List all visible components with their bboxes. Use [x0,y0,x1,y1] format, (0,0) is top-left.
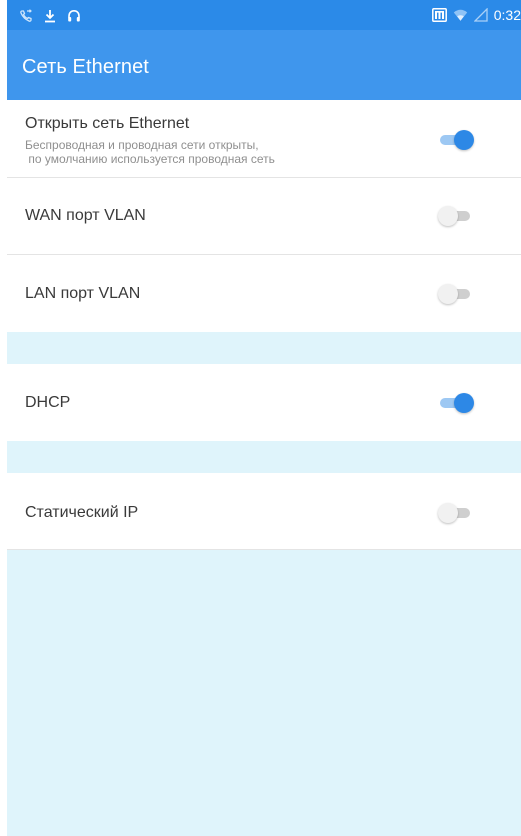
gallery-icon [431,8,447,22]
setting-open-ethernet-subtitle-line2: по умолчанию используется проводная сеть [25,152,275,166]
wan-vlan-toggle[interactable] [438,205,474,227]
toggle-thumb [454,130,474,150]
setting-wan-vlan[interactable]: WAN порт VLAN [7,178,521,255]
open-ethernet-toggle[interactable] [440,129,474,151]
toggle-thumb [438,206,458,226]
status-bar-system: 0:32 [431,6,521,24]
left-edge-strip [0,0,7,836]
toggle-thumb [438,503,458,523]
lan-vlan-toggle[interactable] [438,283,474,305]
setting-open-ethernet-subtitle-line1: Беспроводная и проводная сети открыты, [25,138,259,152]
setting-dhcp[interactable]: DHCP [7,364,521,441]
setting-dhcp-title: DHCP [25,394,71,411]
setting-open-ethernet-title: Открыть сеть Ethernet [25,115,190,132]
dhcp-toggle[interactable] [440,392,474,414]
status-bar: 0:32 [7,0,521,30]
setting-static-ip[interactable]: Статический IP [7,473,521,550]
status-bar-notifications [19,8,81,24]
wifi-icon [453,8,468,22]
download-icon [43,9,57,23]
setting-wan-vlan-title: WAN порт VLAN [25,207,146,224]
toggle-thumb [438,284,458,304]
page-title: Сеть Ethernet [22,56,149,78]
setting-lan-vlan[interactable]: LAN порт VLAN [7,255,521,332]
headset-icon [67,9,81,23]
setting-lan-vlan-title: LAN порт VLAN [25,285,141,302]
status-time: 0:32 [493,7,521,23]
device-frame: 0:32 Сеть Ethernet Открыть сеть Ethernet… [0,0,521,836]
app-bar: Сеть Ethernet [7,30,521,100]
signal-icon [473,8,488,22]
setting-static-ip-title: Статический IP [25,504,139,521]
toggle-thumb [454,393,474,413]
call-forward-icon [19,9,33,23]
static-ip-toggle[interactable] [438,502,474,524]
setting-open-ethernet[interactable]: Открыть сеть Ethernet Беспроводная и про… [7,100,521,178]
ethernet-settings-screen: 0:32 Сеть Ethernet Открыть сеть Ethernet… [7,0,521,836]
